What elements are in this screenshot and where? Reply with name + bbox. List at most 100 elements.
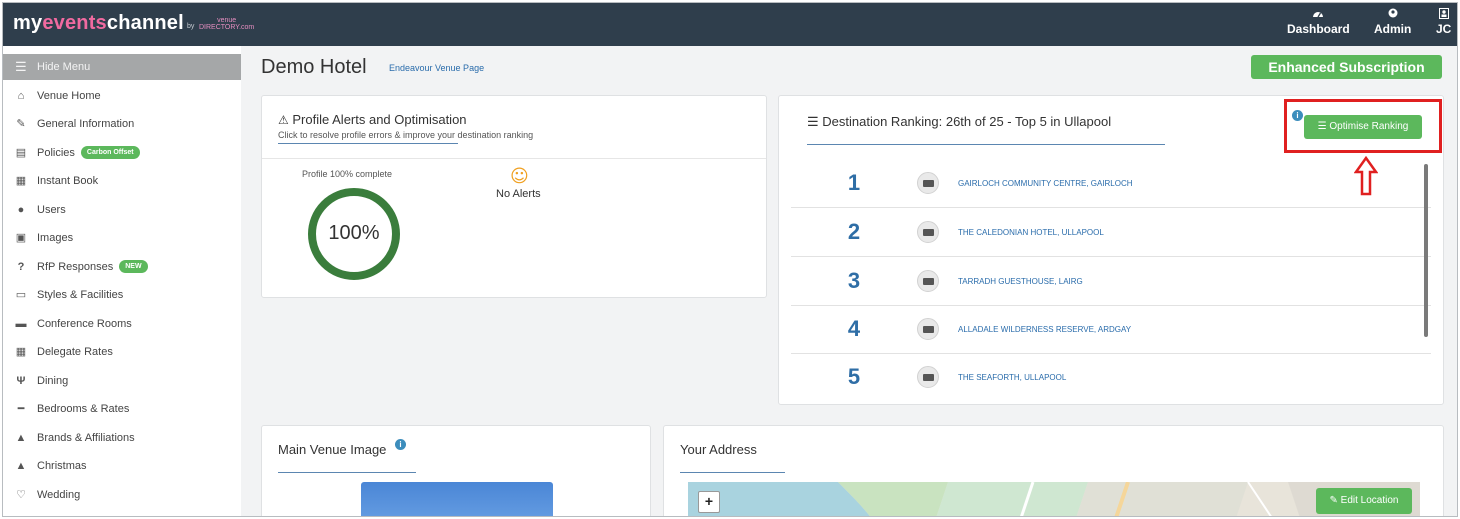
your-address-panel: Your Address + ✎ Edit Location: [663, 425, 1444, 516]
ranking-title-text: Destination Ranking: 26th of 25 - Top 5 …: [822, 114, 1112, 129]
logo-venue: venue: [217, 17, 237, 24]
venue-link[interactable]: THE CALEDONIAN HOTEL, ULLAPOOL: [958, 228, 1104, 237]
sidebar-item-policies[interactable]: ▤ Policies Carbon Offset: [3, 139, 241, 167]
sidebar-item-label: Christmas: [37, 460, 87, 472]
ranking-underline: [807, 144, 1165, 145]
nav-admin[interactable]: Admin: [1374, 8, 1411, 36]
ranking-row[interactable]: 3 TARRADH GUESTHOUSE, LAIRG: [791, 258, 1431, 306]
new-badge: NEW: [119, 259, 148, 273]
sidebar-item-label: RfP Responses: [37, 261, 114, 273]
destination-ranking-panel: ☰ Destination Ranking: 26th of 25 - Top …: [778, 95, 1444, 405]
book-icon: ▲: [15, 432, 27, 444]
rank-number: 1: [847, 170, 861, 195]
top-navbar: myeventschannel by venue DIRECTORY.com Da…: [3, 3, 1457, 46]
camera-icon: [917, 270, 939, 292]
image-underline: [278, 472, 416, 473]
edit-icon: ✎: [1329, 495, 1338, 506]
user-icon: [1436, 8, 1451, 22]
sidebar-item-venue-home[interactable]: ⌂ Venue Home: [3, 82, 241, 110]
camera-icon: [917, 221, 939, 243]
home-icon: ⌂: [17, 90, 25, 102]
sidebar-item-label: Brands & Affiliations: [37, 432, 135, 444]
sidebar-item-wedding[interactable]: ♡ Wedding: [3, 481, 241, 509]
edit-location-label: Edit Location: [1340, 495, 1399, 506]
image-icon: ▣: [15, 232, 27, 244]
venue-link[interactable]: TARRADH GUESTHOUSE, LAIRG: [958, 277, 1083, 286]
page-title: Demo Hotel: [261, 56, 367, 78]
user-icon: ●: [17, 204, 25, 216]
venue-link[interactable]: GAIRLOCH COMMUNITY CENTRE, GAIRLOCH: [958, 179, 1133, 188]
monitor-icon: ▭: [15, 289, 27, 301]
rank-number: 5: [847, 364, 861, 389]
camera-icon: [917, 172, 939, 194]
alerts-subtitle[interactable]: Click to resolve profile errors & improv…: [278, 130, 533, 140]
main-venue-image-panel: Main Venue Image i: [261, 425, 651, 516]
your-address-title: Your Address: [680, 442, 757, 457]
ranking-row[interactable]: 2 THE CALEDONIAN HOTEL, ULLAPOOL: [791, 209, 1431, 257]
nav-dashboard[interactable]: Dashboard: [1287, 8, 1350, 36]
zoom-in-button[interactable]: +: [698, 491, 720, 513]
rank-number: 3: [847, 268, 861, 293]
highlight-box: [1284, 99, 1442, 153]
sidebar-item-general-information[interactable]: ✎ General Information: [3, 110, 241, 138]
rank-number: 4: [847, 316, 861, 341]
calendar-icon: ▦: [15, 175, 27, 187]
sidebar-item-conference-rooms[interactable]: ▬ Conference Rooms: [3, 310, 241, 338]
sidebar-item-users[interactable]: ● Users: [3, 196, 241, 224]
sidebar-item-rfp-responses[interactable]: ? RfP Responses NEW: [3, 253, 241, 281]
sidebar-item-dining[interactable]: Ψ Dining: [3, 367, 241, 395]
sidebar-item-label: Conference Rooms: [37, 318, 132, 330]
enhanced-subscription-badge[interactable]: Enhanced Subscription: [1251, 55, 1442, 79]
sidebar-item-christmas[interactable]: ▲ Christmas: [3, 452, 241, 480]
dashboard-icon: [1287, 8, 1350, 22]
hide-menu-label: Hide Menu: [37, 61, 91, 73]
smiley-icon: ☺: [510, 166, 529, 187]
sidebar-item-label: Images: [37, 232, 74, 244]
venue-link[interactable]: THE SEAFORTH, ULLAPOOL: [958, 373, 1066, 382]
location-map[interactable]: + ✎ Edit Location: [688, 482, 1420, 516]
info-icon[interactable]: i: [395, 439, 406, 450]
ranking-title: ☰ Destination Ranking: 26th of 25 - Top …: [807, 114, 1111, 130]
camera-icon: [917, 366, 939, 388]
sidebar-item-bedrooms-rates[interactable]: ━ Bedrooms & Rates: [3, 395, 241, 423]
logo-accent: events: [42, 12, 107, 34]
list-icon: ☰: [807, 114, 819, 129]
alerts-divider: [262, 158, 766, 159]
no-alerts-label: No Alerts: [496, 188, 541, 200]
ranking-row[interactable]: 5 THE SEAFORTH, ULLAPOOL: [791, 354, 1431, 402]
ranking-scrollbar[interactable]: [1424, 164, 1428, 337]
sidebar-item-label: Styles & Facilities: [37, 289, 124, 301]
edit-location-button[interactable]: ✎ Edit Location: [1316, 488, 1412, 514]
nav-dashboard-label: Dashboard: [1287, 22, 1350, 36]
sidebar-item-images[interactable]: ▣ Images: [3, 224, 241, 252]
alerts-title-text: Profile Alerts and Optimisation: [292, 112, 467, 127]
rank-number: 2: [847, 219, 861, 244]
alerts-underline: [278, 143, 458, 144]
alerts-title[interactable]: ⚠ Profile Alerts and Optimisation: [278, 112, 467, 127]
sidebar-item-label: Delegate Rates: [37, 346, 113, 358]
venue-page-link[interactable]: Endeavour Venue Page: [389, 63, 484, 73]
venue-image[interactable]: [361, 482, 553, 516]
logo-suffix: channel: [106, 12, 184, 34]
sidebar-item-styles-facilities[interactable]: ▭ Styles & Facilities: [3, 281, 241, 309]
document-icon: ▤: [15, 147, 27, 159]
sidebar-item-brands-affiliations[interactable]: ▲ Brands & Affiliations: [3, 424, 241, 452]
logo[interactable]: myeventschannel: [13, 12, 184, 35]
hide-menu-button[interactable]: ☰ Hide Menu: [3, 54, 241, 80]
venue-link[interactable]: ALLADALE WILDERNESS RESERVE, ARDGAY: [958, 325, 1131, 334]
nav-user[interactable]: JC: [1436, 8, 1451, 36]
admin-icon: [1374, 8, 1411, 22]
question-icon: ?: [17, 261, 25, 273]
ranking-row[interactable]: 4 ALLADALE WILDERNESS RESERVE, ARDGAY: [791, 306, 1431, 354]
sidebar-item-instant-book[interactable]: ▦ Instant Book: [3, 167, 241, 195]
menu-icon: ☰: [15, 59, 27, 74]
sidebar-item-label: Policies: [37, 147, 75, 159]
sidebar-item-label: Users: [37, 204, 66, 216]
logo-by: by: [187, 23, 195, 30]
profile-progress-value: 100%: [328, 222, 380, 244]
ranking-row[interactable]: 1 GAIRLOCH COMMUNITY CENTRE, GAIRLOCH: [791, 160, 1431, 208]
main-venue-image-title: Main Venue Image: [278, 442, 387, 457]
sidebar-item-delegate-rates[interactable]: ▦ Delegate Rates: [3, 338, 241, 366]
cutlery-icon: Ψ: [16, 375, 26, 387]
carbon-offset-badge: Carbon Offset: [80, 145, 140, 159]
